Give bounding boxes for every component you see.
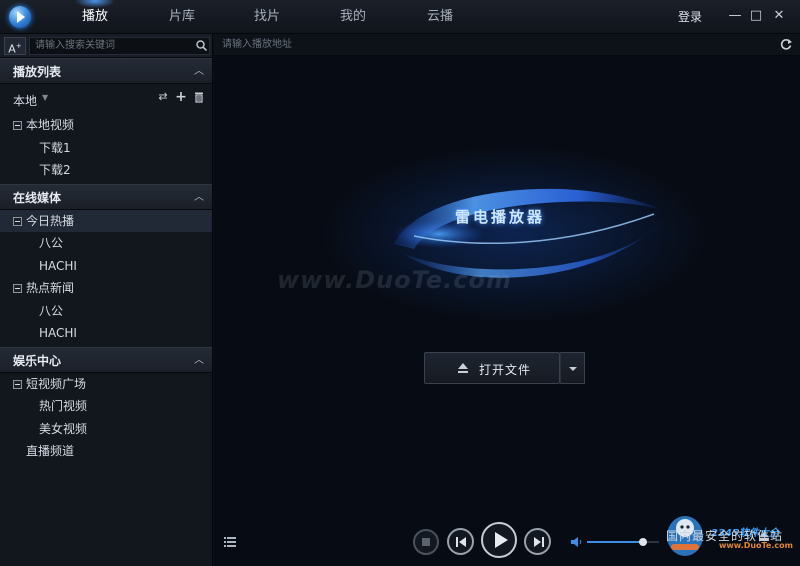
section-header-online-media[interactable]: 在线媒体 ︿ — [0, 183, 212, 211]
item-label: 下载2 — [39, 163, 71, 177]
login-link[interactable]: 登录 — [678, 0, 702, 34]
item-label: 热门视频 — [39, 399, 88, 413]
stop-button[interactable] — [413, 529, 439, 555]
minimize-button[interactable]: — — [728, 9, 742, 23]
tab-play[interactable]: 播放 — [65, 0, 125, 34]
search-input[interactable]: 请输入搜索关键词 — [29, 37, 210, 55]
item-label: 直播频道 — [26, 444, 75, 458]
list-item[interactable]: 八公 — [0, 232, 212, 255]
watermark-text: www.DuoTe.com — [277, 266, 512, 294]
item-label: 美女视频 — [39, 421, 88, 436]
list-item[interactable]: HACHI — [0, 255, 212, 278]
group-label: 热点新闻 — [26, 281, 75, 295]
tree-group[interactable]: 本地视频 — [0, 114, 212, 137]
close-button[interactable]: ✕ — [772, 9, 786, 23]
font-size-label: A — [8, 42, 16, 56]
loop-icon[interactable]: ⇄ — [157, 91, 169, 103]
eject-icon — [458, 363, 468, 373]
list-item[interactable]: 热门视频 — [0, 395, 212, 418]
address-bar: 请输入播放地址 — [214, 34, 800, 56]
item-label: HACHI — [39, 258, 77, 273]
collapse-icon[interactable] — [13, 216, 22, 226]
local-row: 本地 ▼ ⇄ + — [0, 84, 212, 114]
chevron-up-icon[interactable]: ︿ — [194, 185, 204, 211]
tab-find[interactable]: 找片 — [237, 0, 297, 34]
player-area: 请输入播放地址 雷电播放器 www.DuoTe.com 打开文件 2345软件大… — [214, 34, 800, 566]
volume-handle[interactable] — [639, 538, 648, 546]
next-icon — [534, 537, 544, 547]
list-item[interactable]: 直播频道 — [0, 440, 212, 463]
title-bar: 播放 片库 找片 我的 云播 登录 — □ ✕ — [0, 0, 800, 34]
tree-group[interactable]: 短视频广场 — [0, 373, 212, 396]
collapse-icon[interactable] — [13, 284, 22, 293]
local-dropdown[interactable]: 本地 — [13, 92, 37, 109]
tab-mine[interactable]: 我的 — [323, 0, 383, 34]
collapse-icon[interactable] — [13, 379, 22, 389]
open-file-button[interactable]: 打开文件 — [424, 352, 560, 384]
tree-group[interactable]: 今日热播 — [0, 209, 212, 232]
plus-icon: + — [15, 42, 22, 50]
previous-button[interactable] — [447, 528, 474, 555]
group-label: 本地视频 — [26, 118, 75, 132]
add-icon[interactable]: + — [175, 90, 187, 104]
tab-library[interactable]: 片库 — [152, 0, 212, 34]
caret-down-icon[interactable]: ▼ — [42, 93, 48, 102]
item-label: 八公 — [39, 303, 64, 318]
item-label: 下载1 — [39, 140, 71, 155]
trash-icon[interactable] — [193, 91, 205, 103]
brand-title: 雷电播放器 — [455, 208, 546, 226]
volume-fill — [587, 541, 644, 543]
group-label: 短视频广场 — [26, 376, 87, 391]
previous-icon — [456, 537, 466, 547]
tree-group[interactable]: 热点新闻 — [0, 277, 212, 300]
maximize-button[interactable]: □ — [749, 9, 763, 23]
volume-slider[interactable] — [587, 538, 659, 546]
section-title: 在线媒体 — [13, 190, 62, 205]
group-label: 今日热播 — [26, 213, 75, 228]
volume-icon[interactable] — [571, 536, 583, 548]
collapse-icon[interactable] — [13, 121, 22, 130]
list-item[interactable]: 八公 — [0, 300, 212, 323]
chevron-up-icon[interactable]: ︿ — [194, 59, 204, 85]
eject-small-icon[interactable]: ⏏ — [757, 531, 771, 545]
item-label: HACHI — [39, 326, 77, 340]
list-item[interactable]: HACHI — [0, 322, 212, 345]
play-button[interactable] — [481, 522, 517, 558]
open-file-label: 打开文件 — [479, 363, 532, 377]
app-logo-icon[interactable] — [9, 6, 31, 28]
list-item[interactable]: 美女视频 — [0, 418, 212, 441]
playlist-toggle-icon[interactable] — [224, 537, 236, 547]
next-button[interactable] — [524, 528, 551, 555]
tab-cloud[interactable]: 云播 — [410, 0, 470, 34]
address-input[interactable]: 请输入播放地址 — [222, 37, 292, 53]
refresh-icon[interactable] — [779, 37, 793, 51]
sidebar: A+ 请输入搜索关键词 播放列表 ︿ 本地 ▼ ⇄ + 本地视频 下载1 下载2… — [0, 34, 213, 566]
section-title: 播放列表 — [13, 65, 62, 79]
list-item[interactable]: 下载1 — [0, 137, 212, 160]
section-header-entertainment[interactable]: 娱乐中心 ︿ — [0, 346, 212, 374]
list-item[interactable]: 下载2 — [0, 159, 212, 182]
search-icon[interactable] — [196, 40, 207, 51]
item-label: 八公 — [39, 236, 64, 250]
site-logo-icon: 2345软件大全 www.DuoTe.com — [667, 516, 793, 556]
font-size-button[interactable]: A+ — [4, 37, 26, 56]
section-header-playlist[interactable]: 播放列表 ︿ — [0, 58, 212, 84]
chevron-up-icon[interactable]: ︿ — [194, 348, 204, 374]
open-file-menu-button[interactable] — [560, 352, 585, 384]
section-title: 娱乐中心 — [13, 353, 62, 368]
sidebar-search-row: A+ 请输入搜索关键词 — [0, 34, 212, 58]
